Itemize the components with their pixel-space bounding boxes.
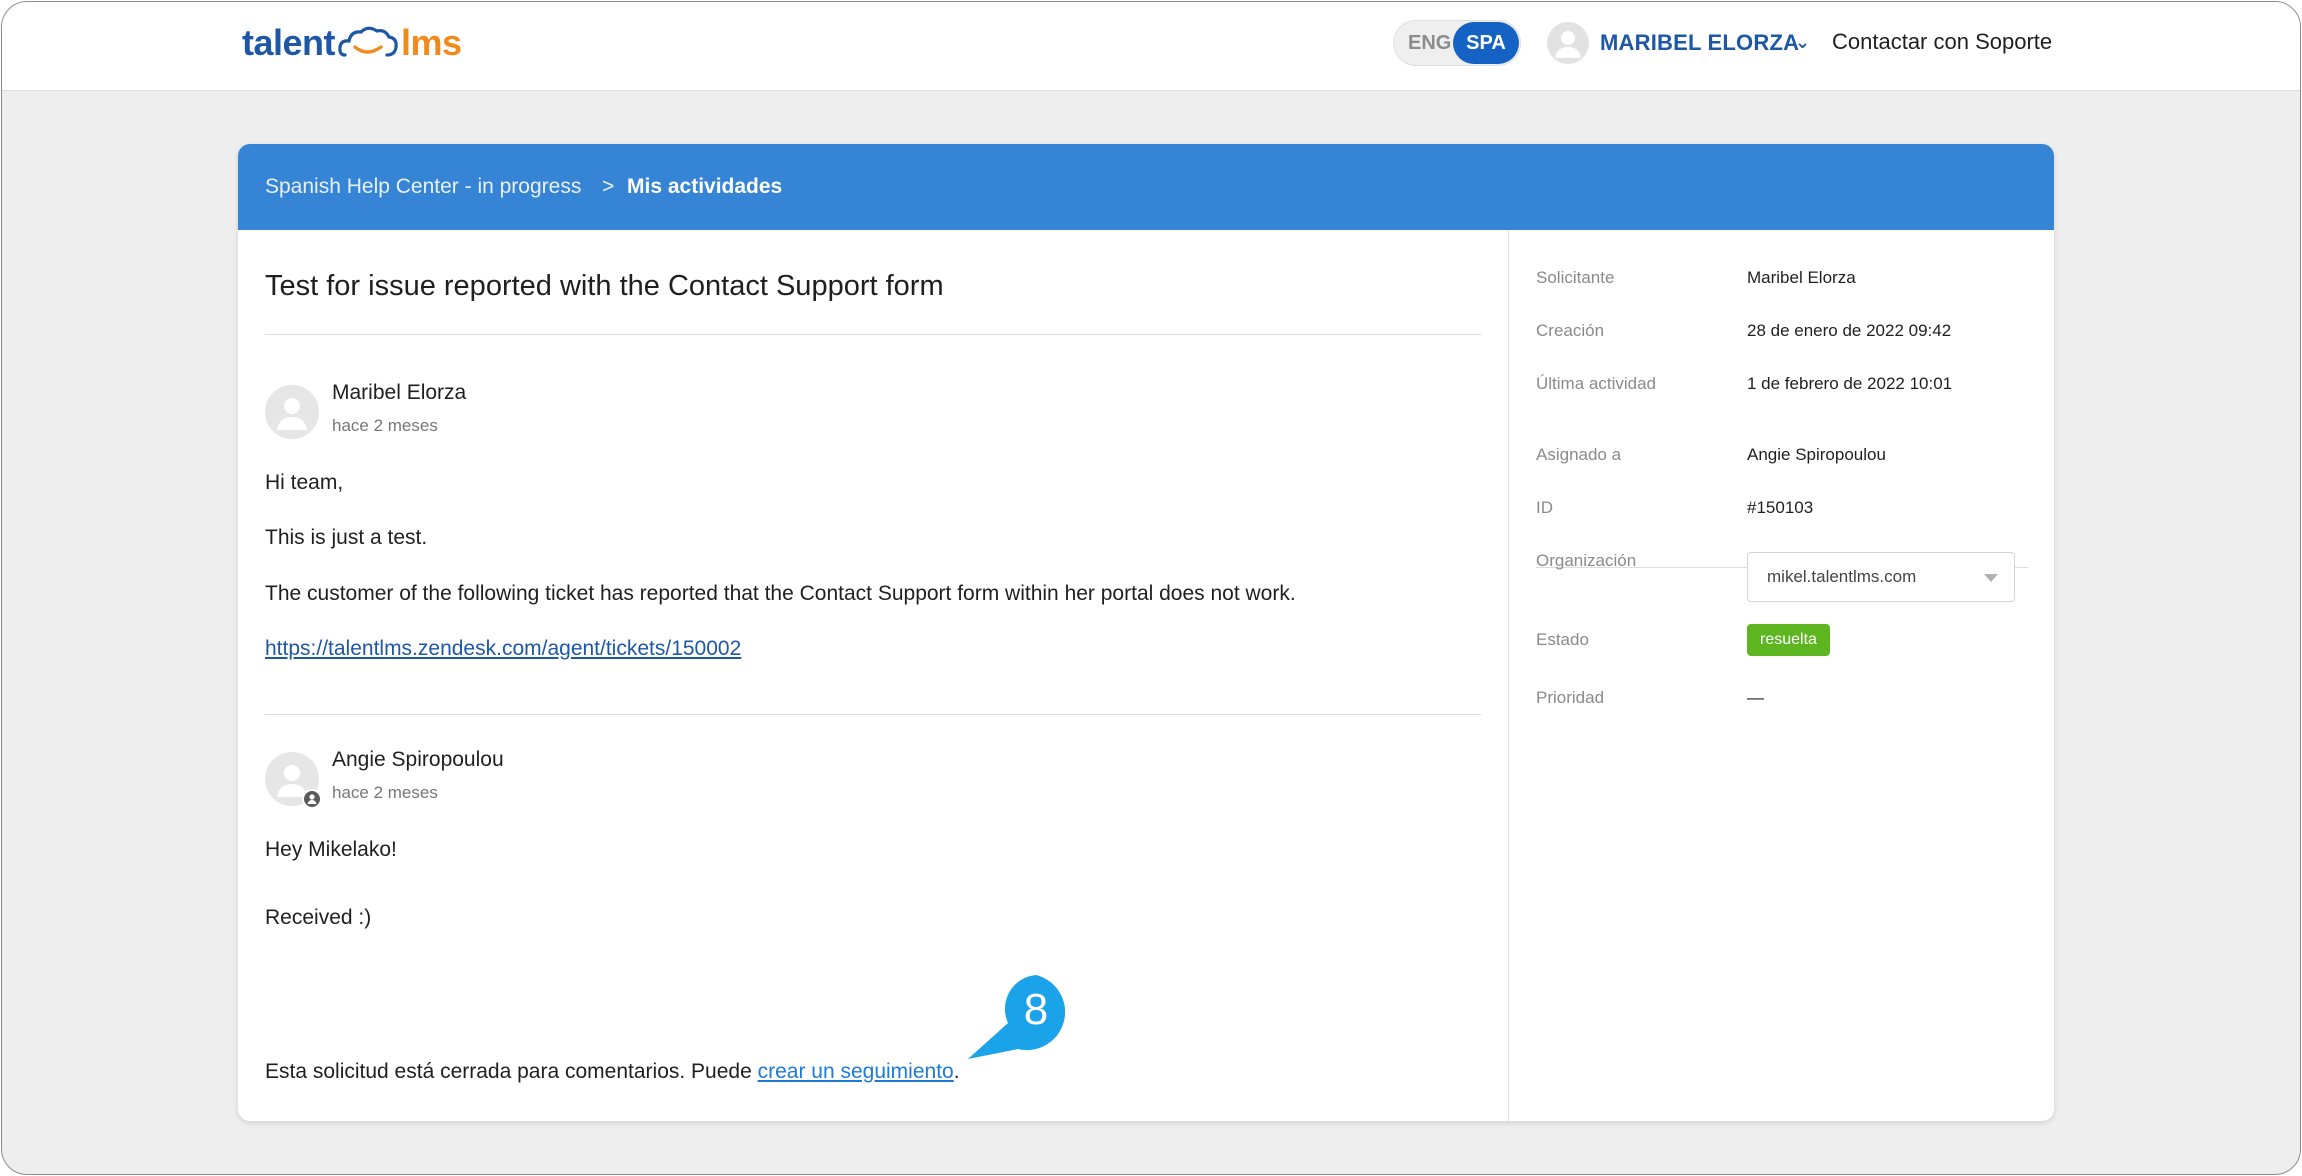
agent-badge-icon — [302, 789, 322, 809]
id-label: ID — [1536, 498, 1553, 517]
breadcrumb-parent-link[interactable]: Spanish Help Center - in progress — [265, 175, 581, 199]
organization-label: Organización — [1536, 551, 1637, 570]
lang-eng-option[interactable]: ENG — [1408, 32, 1451, 55]
comment-timestamp: hace 2 meses — [332, 783, 438, 802]
request-details-sidebar: Solicitante Maribel Elorza Creación 28 d… — [1508, 230, 2054, 1121]
priority-label: Prioridad — [1536, 688, 1605, 707]
assigned-value: Angie Spiropoulou — [1747, 445, 1886, 464]
create-followup-link[interactable]: crear un seguimiento — [758, 1060, 954, 1083]
logo-text-talent: talent — [242, 22, 336, 63]
request-thread: Test for issue reported with the Contact… — [238, 230, 1508, 1121]
user-menu-name[interactable]: MARIBEL ELORZA — [1600, 30, 1799, 56]
closed-request-notice: Esta solicitud está cerrada para comenta… — [265, 1060, 960, 1084]
last-activity-label: Última actividad — [1536, 374, 1656, 393]
talentlms-logo[interactable]: talent lms — [242, 18, 462, 68]
contact-support-link[interactable]: Contactar con Soporte — [1832, 29, 2052, 55]
breadcrumb: Spanish Help Center - in progress > Mis … — [238, 144, 2054, 230]
id-value: #150103 — [1747, 498, 1814, 517]
comment-body-line: Received :) — [265, 906, 372, 929]
created-label: Creación — [1536, 321, 1605, 340]
status-label: Estado — [1536, 630, 1589, 649]
comment-body-line: Hi team, — [265, 471, 344, 494]
request-card: Spanish Help Center - in progress > Mis … — [238, 144, 2054, 1121]
closed-request-text: Esta solicitud está cerrada para comenta… — [265, 1060, 758, 1083]
organization-selected-value: mikel.talentlms.com — [1767, 567, 1917, 586]
status-badge: resuelta — [1747, 624, 1830, 656]
priority-value: — — [1747, 688, 1764, 707]
comment-timestamp: hace 2 meses — [332, 416, 438, 435]
last-activity-value: 1 de febrero de 2022 10:01 — [1747, 374, 1953, 393]
assigned-label: Asignado a — [1536, 445, 1622, 464]
comment-body-line: Hey Mikelako! — [265, 838, 397, 861]
requester-value: Maribel Elorza — [1747, 268, 1856, 287]
requester-label: Solicitante — [1536, 268, 1615, 287]
comment-body-line: The customer of the following ticket has… — [265, 582, 1296, 605]
user-avatar-icon — [277, 398, 307, 430]
comment-author-avatar — [265, 752, 322, 809]
language-toggle[interactable]: ENG SPA — [1393, 20, 1521, 66]
ticket-link[interactable]: https://talentlms.zendesk.com/agent/tick… — [265, 637, 741, 660]
lang-spa-option[interactable]: SPA — [1453, 22, 1519, 64]
comment-author-name: Angie Spiropoulou — [332, 748, 504, 771]
comment-author-name: Maribel Elorza — [332, 381, 467, 404]
browser-frame: talent lms ENG SPA MARIBEL ELORZA ⌄ Cont… — [1, 1, 2301, 1175]
comment-author-avatar — [265, 385, 319, 439]
title-divider — [265, 334, 1481, 335]
user-avatar[interactable] — [1547, 22, 1589, 64]
step-number: 8 — [1023, 985, 1049, 1034]
logo-text-lms: lms — [401, 22, 462, 63]
organization-select[interactable]: mikel.talentlms.com — [1747, 552, 2015, 602]
dropdown-caret-icon — [1984, 574, 1998, 582]
chevron-down-icon[interactable]: ⌄ — [1795, 32, 1810, 53]
comment-divider — [265, 714, 1481, 715]
cloud-logo-icon — [338, 26, 398, 57]
user-avatar-icon — [1555, 31, 1581, 58]
closed-request-period: . — [953, 1060, 960, 1083]
created-value: 28 de enero de 2022 09:42 — [1747, 321, 1952, 340]
comment-body-line: This is just a test. — [265, 526, 428, 549]
top-navigation-bar: talent lms ENG SPA MARIBEL ELORZA ⌄ Cont… — [2, 2, 2300, 91]
step-callout-marker: 8 — [964, 971, 1070, 1063]
breadcrumb-separator: > — [602, 175, 615, 198]
request-title: Test for issue reported with the Contact… — [265, 270, 944, 302]
breadcrumb-current[interactable]: Mis actividades — [627, 175, 782, 199]
